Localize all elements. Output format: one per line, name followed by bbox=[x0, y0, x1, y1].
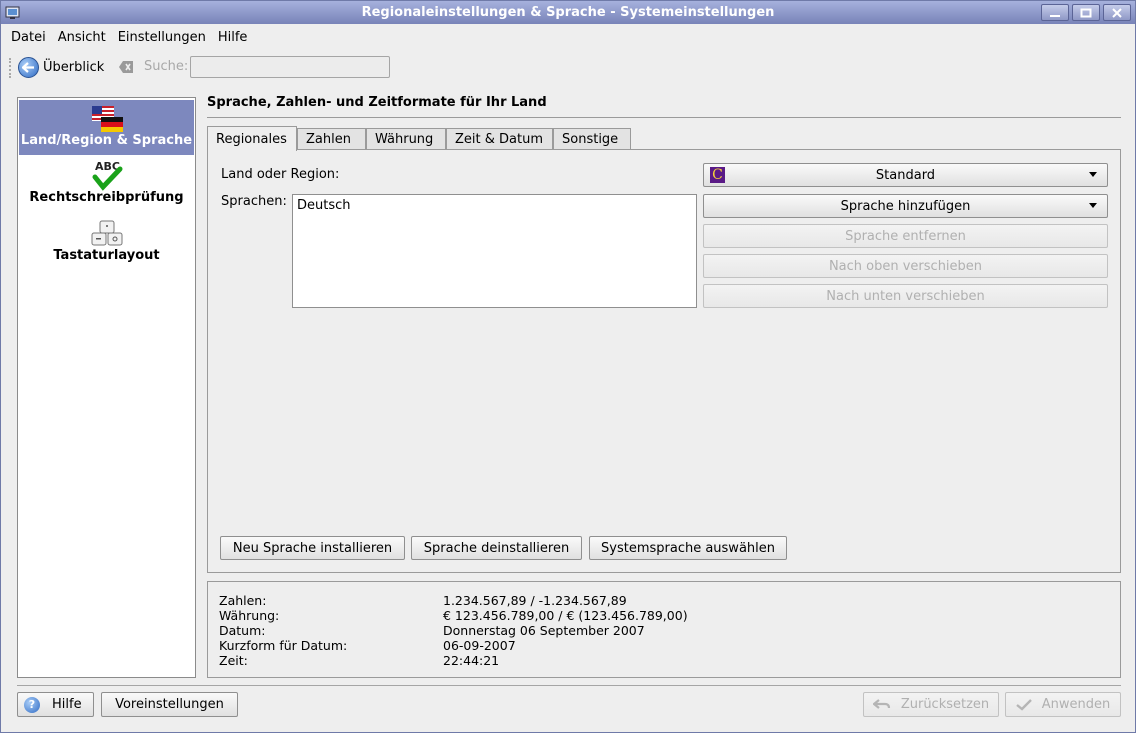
preview-value-time: 22:44:21 bbox=[443, 653, 500, 668]
reset-button[interactable]: Zurücksetzen bbox=[863, 692, 999, 717]
preview-value-short-date: 06-09-2007 bbox=[443, 638, 516, 653]
search-label: Suche: bbox=[144, 59, 189, 74]
uninstall-language-button[interactable]: Sprache deinstallieren bbox=[411, 536, 582, 560]
undo-icon bbox=[872, 698, 890, 709]
divider bbox=[207, 117, 1121, 118]
install-language-button[interactable]: Neu Sprache installieren bbox=[220, 536, 405, 560]
maximize-button[interactable] bbox=[1072, 4, 1100, 21]
menu-ansicht[interactable]: Ansicht bbox=[52, 30, 112, 45]
list-item[interactable]: Deutsch bbox=[297, 198, 692, 213]
help-button[interactable]: ? Hilfe bbox=[17, 692, 94, 717]
add-language-label: Sprache hinzufügen bbox=[840, 198, 971, 214]
close-button[interactable] bbox=[1103, 4, 1131, 21]
chevron-down-icon bbox=[1089, 172, 1097, 177]
sidebar-item-rechtschreibung[interactable]: ABC Rechtschreibprüfung bbox=[19, 158, 194, 210]
page-title: Sprache, Zahlen- und Zeitformate für Ihr… bbox=[207, 95, 547, 110]
reset-label: Zurücksetzen bbox=[900, 697, 990, 712]
languages-list[interactable]: Deutsch bbox=[292, 194, 697, 308]
sidebar-item-land-region[interactable]: Land/Region & Sprache bbox=[19, 100, 194, 155]
apply-button[interactable]: Anwenden bbox=[1005, 692, 1121, 717]
title-bar[interactable]: Regionaleinstellungen & Sprache - System… bbox=[1, 1, 1135, 24]
tab-zeit-datum[interactable]: Zeit & Datum bbox=[446, 128, 553, 150]
move-up-button[interactable]: Nach oben verschieben bbox=[703, 254, 1108, 278]
help-label: Hilfe bbox=[52, 697, 82, 712]
country-label: Land oder Region: bbox=[221, 167, 340, 182]
back-arrow-icon bbox=[18, 56, 39, 78]
format-preview-panel: Zahlen: 1.234.567,89 / -1.234.567,89 Wäh… bbox=[207, 581, 1121, 678]
divider bbox=[17, 685, 1121, 686]
country-combobox[interactable]: C Standard bbox=[703, 163, 1108, 187]
app-icon[interactable] bbox=[5, 5, 20, 20]
toolbar-grip[interactable] bbox=[9, 58, 13, 78]
keyboard-icon bbox=[91, 220, 122, 246]
overview-label: Überblick bbox=[43, 59, 105, 75]
search-input[interactable] bbox=[190, 56, 390, 78]
preview-label-date: Datum: bbox=[219, 623, 266, 638]
tab-zahlen[interactable]: Zahlen bbox=[297, 128, 366, 150]
sidebar-item-label: Tastaturlayout bbox=[53, 248, 160, 263]
help-icon: ? bbox=[24, 696, 40, 713]
menu-bar: Datei Ansicht Einstellungen Hilfe bbox=[1, 25, 1135, 49]
preview-label-numbers: Zahlen: bbox=[219, 593, 267, 608]
toolbar: Überblick Suche: bbox=[1, 52, 1135, 82]
spellcheck-icon: ABC bbox=[92, 160, 122, 191]
overview-button[interactable]: Überblick bbox=[18, 55, 104, 79]
menu-hilfe[interactable]: Hilfe bbox=[212, 30, 254, 45]
preview-value-currency: € 123.456.789,00 / € (123.456.789,00) bbox=[443, 608, 688, 623]
remove-language-button[interactable]: Sprache entfernen bbox=[703, 224, 1108, 248]
menu-datei[interactable]: Datei bbox=[5, 30, 52, 45]
maximize-icon bbox=[1080, 8, 1092, 17]
defaults-button[interactable]: Voreinstellungen bbox=[101, 692, 238, 717]
preview-value-numbers: 1.234.567,89 / -1.234.567,89 bbox=[443, 593, 627, 608]
clear-search-icon[interactable] bbox=[118, 60, 134, 74]
tab-sonstige[interactable]: Sonstige bbox=[553, 128, 631, 150]
country-value: Standard bbox=[875, 167, 936, 183]
preview-value-date: Donnerstag 06 September 2007 bbox=[443, 623, 645, 638]
tab-regionales[interactable]: Regionales bbox=[207, 126, 297, 151]
preview-label-currency: Währung: bbox=[219, 608, 280, 623]
languages-label: Sprachen: bbox=[221, 194, 287, 209]
tab-waehrung[interactable]: Währung bbox=[366, 128, 446, 150]
sidebar-item-label: Land/Region & Sprache bbox=[20, 133, 193, 148]
flags-icon bbox=[91, 106, 123, 132]
sidebar-item-label: Rechtschreibprüfung bbox=[29, 190, 184, 205]
sidebar-item-tastatur[interactable]: Tastaturlayout bbox=[19, 218, 194, 270]
country-flag-icon: C bbox=[710, 167, 725, 183]
settings-window: Regionaleinstellungen & Sprache - System… bbox=[0, 0, 1136, 733]
move-down-button[interactable]: Nach unten verschieben bbox=[703, 284, 1108, 308]
minimize-icon bbox=[1050, 14, 1060, 17]
preview-label-time: Zeit: bbox=[219, 653, 248, 668]
checkmark-icon bbox=[1016, 699, 1032, 711]
preview-label-short-date: Kurzform für Datum: bbox=[219, 638, 348, 653]
tab-bar: Regionales Zahlen Währung Zeit & Datum S… bbox=[207, 126, 631, 151]
choose-system-language-button[interactable]: Systemsprache auswählen bbox=[589, 536, 787, 560]
menu-einstellungen[interactable]: Einstellungen bbox=[112, 30, 212, 45]
module-sidebar: Land/Region & Sprache ABC Rechtschreibpr… bbox=[17, 97, 196, 678]
apply-label: Anwenden bbox=[1041, 697, 1111, 712]
add-language-button[interactable]: Sprache hinzufügen bbox=[703, 194, 1108, 218]
chevron-down-icon bbox=[1089, 203, 1097, 208]
window-title: Regionaleinstellungen & Sprache - System… bbox=[361, 5, 775, 20]
minimize-button[interactable] bbox=[1041, 4, 1069, 21]
close-icon bbox=[1112, 7, 1122, 18]
